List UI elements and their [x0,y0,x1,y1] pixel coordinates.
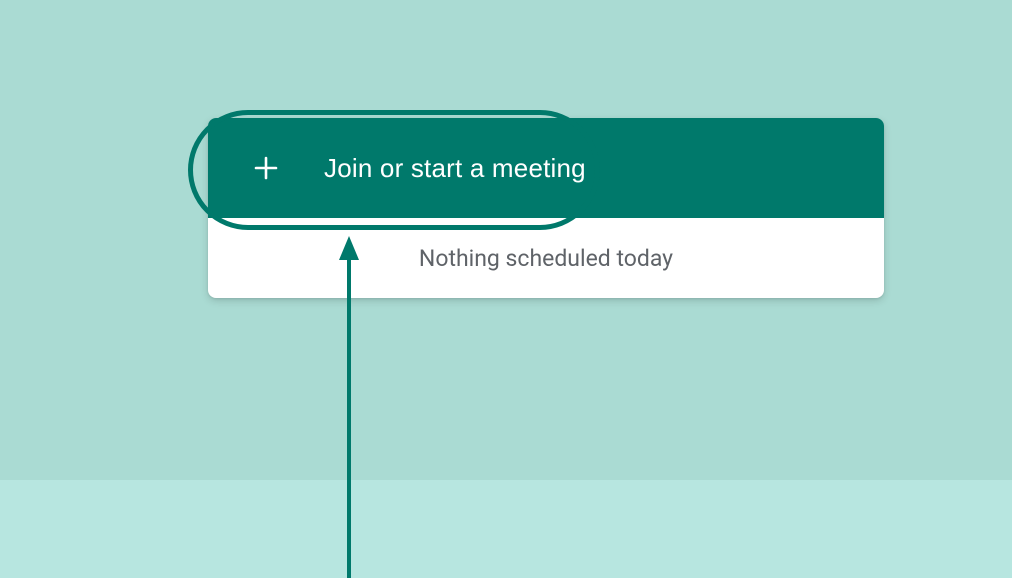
schedule-status-text: Nothing scheduled today [419,245,673,272]
plus-icon [252,154,280,182]
background-lower-band [0,480,1012,578]
join-button-label: Join or start a meeting [324,153,586,184]
schedule-status-row: Nothing scheduled today [208,218,884,298]
join-or-start-meeting-button[interactable]: Join or start a meeting [208,118,884,218]
meeting-card: Join or start a meeting Nothing schedule… [208,118,884,298]
